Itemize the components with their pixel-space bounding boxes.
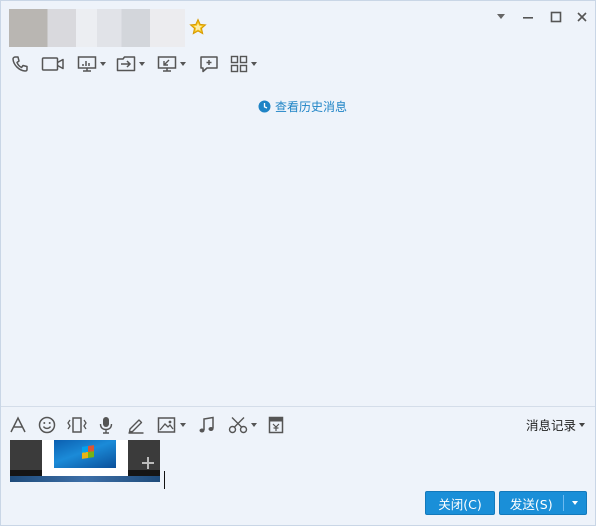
send-button[interactable]: 发送(S) [499,491,587,515]
clock-icon [258,100,271,113]
send-options-dropdown[interactable] [564,501,586,505]
close-button[interactable]: 关闭(C) [425,491,495,515]
message-record-label: 消息记录 [525,418,576,433]
remote-desktop-icon[interactable] [157,53,186,75]
pen-icon[interactable] [127,414,145,436]
minimize-icon[interactable] [518,9,538,25]
image-icon[interactable] [157,414,186,436]
new-chat-icon[interactable] [199,53,219,75]
send-button-label: 发送(S) [509,496,553,512]
apps-icon[interactable] [230,53,257,75]
text-cursor [164,471,165,489]
file-transfer-icon[interactable] [116,53,145,75]
voice-icon[interactable] [98,414,114,436]
windows-logo-icon [82,445,94,459]
star-icon[interactable] [189,18,207,36]
view-history-link[interactable]: 查看历史消息 [258,98,347,115]
font-icon[interactable] [9,414,27,436]
input-divider [1,406,595,407]
history-link-label: 查看历史消息 [275,100,348,114]
chevron-down-icon [571,501,578,505]
music-icon[interactable] [198,414,216,436]
shake-icon[interactable] [66,414,88,436]
dropdown-icon[interactable] [491,9,511,25]
maximize-icon[interactable] [546,9,566,25]
chevron-down-icon [579,422,585,427]
contact-name[interactable] [9,9,185,47]
red-packet-icon[interactable] [268,414,284,436]
message-record-button[interactable]: 消息记录 [526,415,585,434]
input-toolbar: 消息记录 [1,411,595,437]
chat-window: 查看历史消息 消息记录 关闭(C) 发送(S) [0,0,596,526]
screenshot-icon[interactable] [228,414,257,436]
phone-icon[interactable] [11,53,29,75]
emoji-icon[interactable] [38,414,56,436]
pasted-screenshot-image[interactable] [10,440,160,482]
plus-icon [142,457,154,469]
close-icon[interactable] [572,9,592,25]
video-icon[interactable] [41,53,65,75]
screen-share-icon[interactable] [77,53,106,75]
